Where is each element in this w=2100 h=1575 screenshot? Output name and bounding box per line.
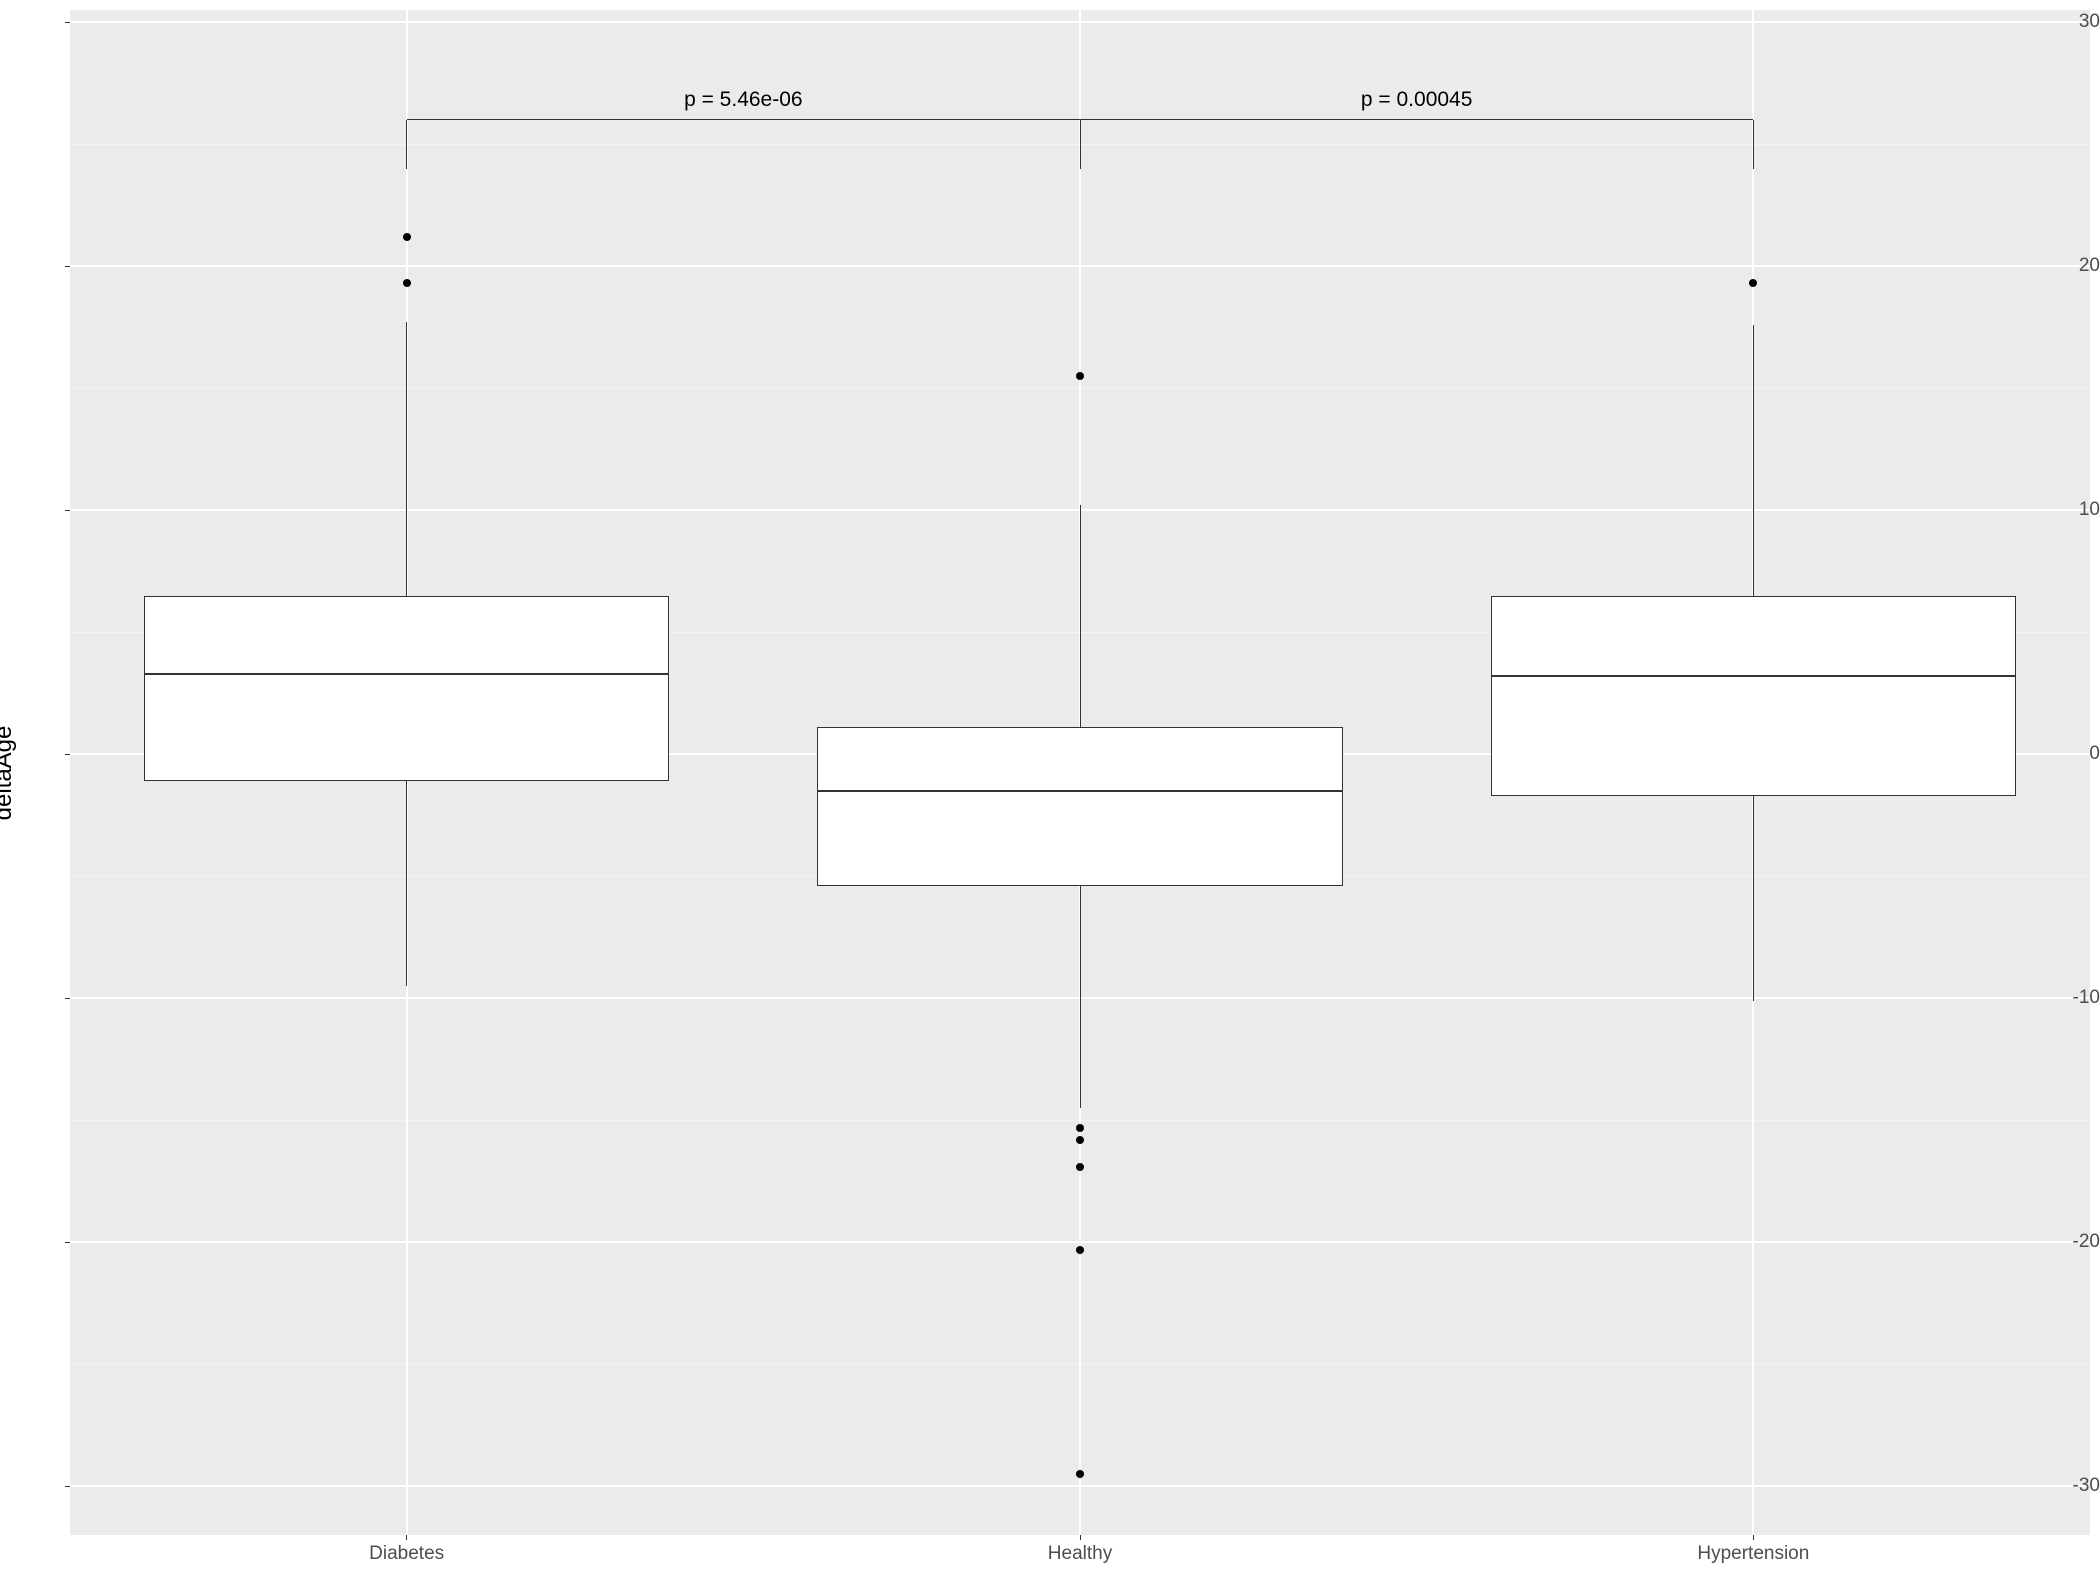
- box: [144, 596, 669, 781]
- y-tick-label: 0: [2040, 743, 2100, 765]
- box-median: [817, 790, 1342, 792]
- y-tick: [65, 22, 70, 23]
- y-tick-label: -30: [2040, 1475, 2100, 1497]
- box-median: [1491, 675, 2016, 677]
- whisker-lower: [1753, 796, 1754, 1001]
- boxplot-chart: -30 -20 -10 0 10 20 30 Diabetes Healthy Hypertens…: [0, 0, 2100, 1575]
- bracket-segment: [1080, 119, 1753, 120]
- p-value-annotation: p = 5.46e-06: [684, 88, 803, 112]
- box: [1491, 596, 2016, 796]
- outlier-point: [403, 279, 411, 287]
- box: [817, 727, 1342, 886]
- whisker-lower: [1080, 886, 1081, 1108]
- y-tick: [65, 754, 70, 755]
- x-tick: [406, 1535, 407, 1540]
- x-tick: [1753, 1535, 1754, 1540]
- y-tick-label: 30: [2040, 11, 2100, 33]
- bracket-segment: [1080, 120, 1081, 169]
- box-median: [144, 673, 669, 675]
- y-tick: [65, 1486, 70, 1487]
- outlier-point: [1076, 372, 1084, 380]
- y-tick: [65, 1242, 70, 1243]
- outlier-point: [1076, 1246, 1084, 1254]
- y-tick-label: -10: [2040, 987, 2100, 1009]
- y-tick-label: -20: [2040, 1231, 2100, 1253]
- x-tick-label: Healthy: [1048, 1543, 1112, 1565]
- y-axis-title: deltaAge: [0, 725, 18, 820]
- p-value-annotation: p = 0.00045: [1361, 88, 1473, 112]
- whisker-upper: [1080, 505, 1081, 727]
- bracket-segment: [406, 120, 407, 169]
- outlier-point: [403, 233, 411, 241]
- outlier-point: [1076, 1136, 1084, 1144]
- y-tick: [65, 510, 70, 511]
- y-tick-label: 10: [2040, 499, 2100, 521]
- bracket-segment: [1753, 120, 1754, 169]
- whisker-lower: [406, 781, 407, 986]
- x-tick-label: Diabetes: [369, 1543, 444, 1565]
- whisker-upper: [1753, 325, 1754, 596]
- y-tick-label: 20: [2040, 255, 2100, 277]
- outlier-point: [1076, 1470, 1084, 1478]
- x-tick: [1080, 1535, 1081, 1540]
- y-tick: [65, 998, 70, 999]
- bracket-segment: [407, 119, 1080, 120]
- y-tick: [65, 266, 70, 267]
- outlier-point: [1076, 1124, 1084, 1132]
- x-tick-label: Hypertension: [1697, 1543, 1809, 1565]
- outlier-point: [1076, 1163, 1084, 1171]
- whisker-upper: [406, 322, 407, 595]
